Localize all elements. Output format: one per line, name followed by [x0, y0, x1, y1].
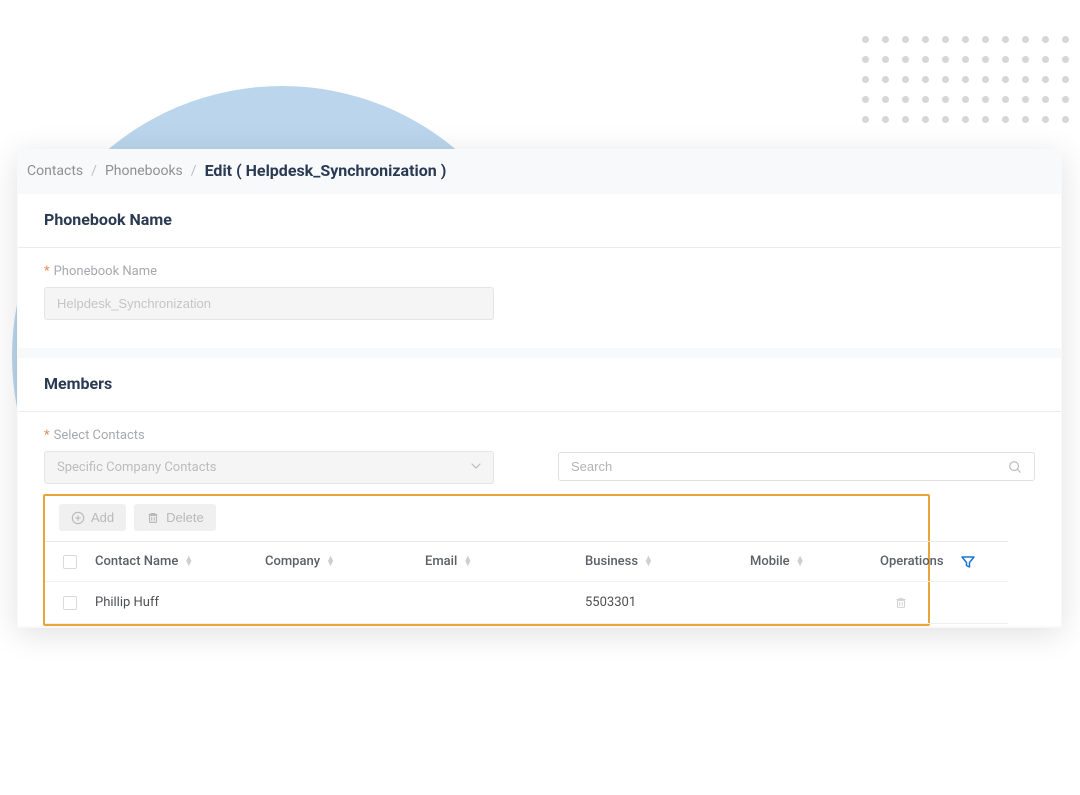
search-icon	[1008, 460, 1022, 474]
col-business-label: Business	[585, 554, 638, 569]
table-header: Contact Name ▲▼ Company ▲▼ Email ▲▼ Bu	[45, 542, 1008, 582]
trash-icon	[146, 511, 160, 525]
col-operations: Operations	[880, 554, 960, 569]
row-checkbox[interactable]	[63, 596, 77, 610]
sort-icon: ▲▼	[326, 557, 335, 567]
select-contacts-label: * Select Contacts	[44, 428, 494, 443]
col-mobile[interactable]: Mobile ▲▼	[750, 554, 880, 569]
cell-contact-name: Phillip Huff	[95, 595, 265, 610]
search-input-container[interactable]	[558, 452, 1035, 481]
table-row: Phillip Huff 5503301	[45, 582, 1008, 624]
select-all-checkbox[interactable]	[63, 555, 77, 569]
phonebook-name-input[interactable]	[44, 287, 494, 320]
main-panel: Contacts / Phonebooks / Edit ( Helpdesk_…	[17, 149, 1062, 628]
chevron-down-icon	[471, 463, 481, 473]
search-input[interactable]	[571, 459, 1008, 474]
col-mobile-label: Mobile	[750, 554, 790, 569]
sort-icon: ▲▼	[644, 557, 653, 567]
select-contacts-dropdown[interactable]: Specific Company Contacts	[44, 451, 494, 484]
required-asterisk: *	[44, 428, 50, 443]
col-contact-name[interactable]: Contact Name ▲▼	[95, 554, 265, 569]
members-table: Contact Name ▲▼ Company ▲▼ Email ▲▼ Bu	[45, 541, 1008, 624]
sort-icon: ▲▼	[463, 557, 472, 567]
row-delete-icon[interactable]	[894, 596, 960, 610]
breadcrumb-separator: /	[191, 163, 197, 179]
cell-operations	[880, 596, 960, 610]
sort-icon: ▲▼	[796, 557, 805, 567]
members-section: Members * Select Contacts Specific Compan…	[18, 358, 1061, 626]
breadcrumb: Contacts / Phonebooks / Edit ( Helpdesk_…	[17, 149, 1062, 192]
delete-button-label: Delete	[166, 510, 204, 525]
decorative-dots	[862, 36, 1080, 124]
members-table-highlight: Add Delete Contact Name ▲▼	[43, 494, 930, 626]
members-title: Members	[18, 358, 1061, 412]
col-business[interactable]: Business ▲▼	[585, 554, 750, 569]
breadcrumb-separator: /	[91, 163, 97, 179]
phonebook-name-label-text: Phonebook Name	[54, 264, 157, 279]
breadcrumb-phonebooks[interactable]: Phonebooks	[105, 163, 183, 179]
add-button-label: Add	[91, 510, 114, 525]
col-email[interactable]: Email ▲▼	[425, 554, 585, 569]
col-email-label: Email	[425, 554, 457, 569]
col-contact-name-label: Contact Name	[95, 554, 178, 569]
sort-icon: ▲▼	[184, 557, 193, 567]
cell-business: 5503301	[585, 595, 750, 610]
col-company[interactable]: Company ▲▼	[265, 554, 425, 569]
add-button[interactable]: Add	[59, 504, 126, 531]
plus-circle-icon	[71, 511, 85, 525]
select-contacts-label-text: Select Contacts	[54, 428, 145, 443]
phonebook-name-section: Phonebook Name * Phonebook Name	[18, 194, 1061, 348]
filter-icon[interactable]	[960, 554, 1010, 570]
select-contacts-value: Specific Company Contacts	[57, 460, 216, 475]
phonebook-name-label: * Phonebook Name	[44, 264, 1035, 279]
delete-button[interactable]: Delete	[134, 504, 216, 531]
required-asterisk: *	[44, 264, 50, 279]
phonebook-name-title: Phonebook Name	[18, 194, 1061, 248]
breadcrumb-current: Edit ( Helpdesk_Synchronization )	[205, 161, 447, 180]
col-company-label: Company	[265, 554, 320, 569]
breadcrumb-contacts[interactable]: Contacts	[27, 163, 83, 179]
